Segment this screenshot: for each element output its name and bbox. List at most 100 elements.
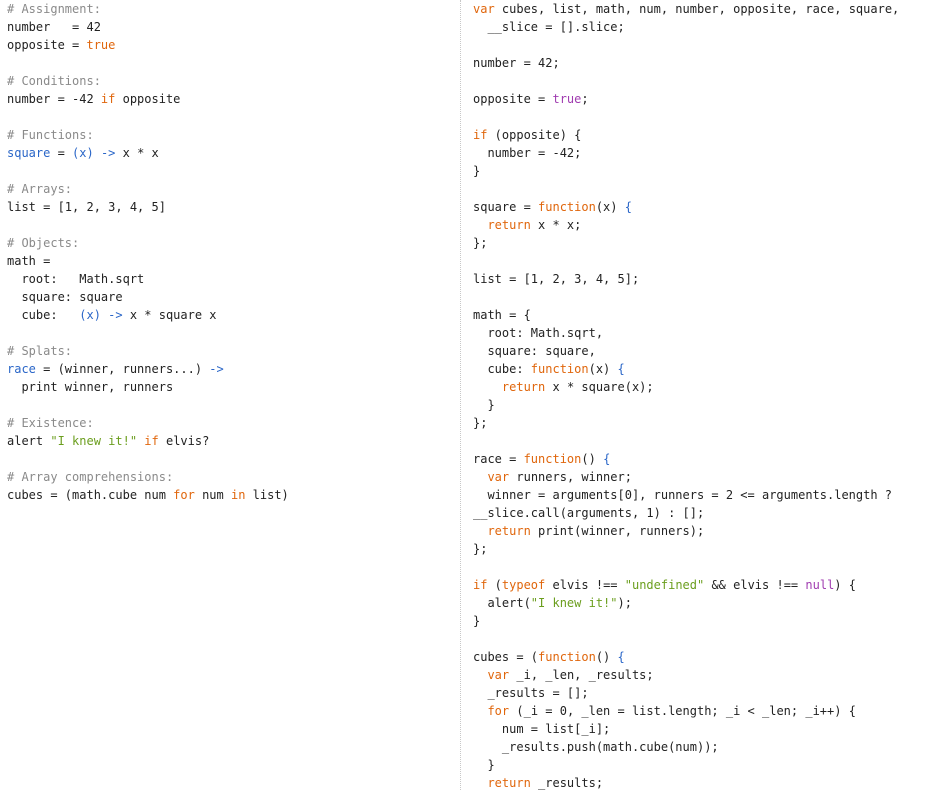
code-line: } — [473, 162, 899, 180]
code-line[interactable]: # Functions: — [7, 126, 289, 144]
code-token-keyword: function — [523, 452, 582, 466]
code-line: __slice = [].slice; — [473, 18, 899, 36]
code-token-plain: ( — [487, 578, 502, 592]
code-line[interactable]: # Splats: — [7, 342, 289, 360]
code-token-string: "I knew it!" — [530, 596, 618, 610]
coffeescript-code[interactable]: # Assignment:number = 42opposite = true​… — [7, 0, 289, 504]
code-line: num = list[_i]; — [473, 720, 899, 738]
code-line[interactable]: square: square — [7, 288, 289, 306]
code-line: ​ — [473, 72, 899, 90]
code-token-plain: square: square, — [473, 344, 596, 358]
code-token-func: race — [7, 362, 36, 376]
code-token-plain: cubes = ( — [473, 650, 539, 664]
code-token-plain: __slice.call(arguments, 1) : []; — [473, 506, 705, 520]
code-token-plain: (x) — [595, 200, 625, 214]
code-line: ​ — [473, 36, 899, 54]
code-token-plain: }; — [473, 542, 488, 556]
code-token-keyword: typeof — [501, 578, 546, 592]
code-token-plain: x * x; — [530, 218, 582, 232]
code-line: __slice.call(arguments, 1) : []; — [473, 504, 899, 522]
code-line[interactable]: ​ — [7, 324, 289, 342]
code-token-plain: print(winner, runners); — [530, 524, 705, 538]
code-line: } — [473, 756, 899, 774]
code-line: number = -42; — [473, 144, 899, 162]
code-line: ​ — [473, 108, 899, 126]
code-token-plain: print winner, runners — [7, 380, 174, 394]
code-token-plain: root: Math.sqrt, — [473, 326, 604, 340]
code-line[interactable]: ​ — [7, 162, 289, 180]
code-line[interactable]: alert "I knew it!" if elvis? — [7, 432, 289, 450]
code-line[interactable]: # Assignment: — [7, 0, 289, 18]
code-token-plain: race = — [473, 452, 524, 466]
code-line[interactable]: list = [1, 2, 3, 4, 5] — [7, 198, 289, 216]
code-token-plain: _i, _len, _results; — [509, 668, 654, 682]
code-token-plain: opposite = — [473, 92, 553, 106]
code-token-plain: square: square — [7, 290, 123, 304]
code-line: var runners, winner; — [473, 468, 899, 486]
code-line[interactable]: cube: (x) -> x * square x — [7, 306, 289, 324]
code-line: }; — [473, 414, 899, 432]
code-line[interactable]: print winner, runners — [7, 378, 289, 396]
code-line[interactable]: number = -42 if opposite — [7, 90, 289, 108]
code-token-plain: cubes, list, math, num, number, opposite… — [494, 2, 900, 16]
code-line: ​ — [473, 630, 899, 648]
code-line[interactable]: ​ — [7, 396, 289, 414]
code-token-comment: # Assignment: — [7, 2, 101, 16]
code-token-func: { — [603, 452, 611, 466]
code-token-plain: = — [50, 146, 73, 160]
code-line: cube: function(x) { — [473, 360, 899, 378]
code-token-plain: (x) — [588, 362, 618, 376]
code-line[interactable]: # Existence: — [7, 414, 289, 432]
code-line: winner = arguments[0], runners = 2 <= ar… — [473, 486, 899, 504]
code-line[interactable]: math = — [7, 252, 289, 270]
code-line: } — [473, 396, 899, 414]
code-line[interactable]: square = (x) -> x * x — [7, 144, 289, 162]
code-line[interactable]: cubes = (math.cube num for num in list) — [7, 486, 289, 504]
code-line: math = { — [473, 306, 899, 324]
code-token-plain: _results.push(math.cube(num)); — [473, 740, 719, 754]
code-token-plain: square = — [473, 200, 539, 214]
code-line: for (_i = 0, _len = list.length; _i < _l… — [473, 702, 899, 720]
code-token-func: (x) -> — [79, 308, 130, 322]
code-token-keyword: function — [530, 362, 589, 376]
code-line: ​ — [473, 288, 899, 306]
code-token-plain: num — [194, 488, 231, 502]
code-line[interactable]: # Conditions: — [7, 72, 289, 90]
code-line[interactable]: opposite = true — [7, 36, 289, 54]
code-line[interactable]: ​ — [7, 450, 289, 468]
code-line[interactable]: # Objects: — [7, 234, 289, 252]
code-line[interactable]: root: Math.sqrt — [7, 270, 289, 288]
code-line: return x * x; — [473, 216, 899, 234]
code-token-comment: # Functions: — [7, 128, 94, 142]
code-token-plain: winner = arguments[0], runners = 2 <= ar… — [473, 488, 893, 502]
code-line[interactable]: number = 42 — [7, 18, 289, 36]
code-token-plain: num = list[_i]; — [473, 722, 611, 736]
code-token-plain: () — [595, 650, 618, 664]
code-token-plain: alert( — [473, 596, 531, 610]
coffeescript-editor-pane[interactable]: # Assignment:number = 42opposite = true​… — [0, 0, 460, 790]
code-line: }; — [473, 234, 899, 252]
code-token-plain: (opposite) { — [487, 128, 582, 142]
code-token-bool: true — [552, 92, 582, 106]
code-line[interactable]: # Array comprehensions: — [7, 468, 289, 486]
code-token-plain: number = 42 — [7, 20, 101, 34]
code-token-keyword: function — [538, 650, 596, 664]
code-token-keyword: if — [473, 128, 488, 142]
code-token-keyword: return — [487, 218, 531, 232]
code-token-plain: cube: — [473, 362, 531, 376]
code-line[interactable]: # Arrays: — [7, 180, 289, 198]
code-line: return _results; — [473, 774, 899, 790]
code-line[interactable]: ​ — [7, 54, 289, 72]
code-line[interactable]: ​ — [7, 216, 289, 234]
code-token-plain: () — [581, 452, 604, 466]
code-line[interactable]: race = (winner, runners...) -> — [7, 360, 289, 378]
code-token-plain: cube: — [7, 308, 80, 322]
code-token-plain: = (winner, runners...) — [35, 362, 210, 376]
code-token-func: square — [7, 146, 51, 160]
code-token-keyword: function — [538, 200, 596, 214]
code-line[interactable]: ​ — [7, 108, 289, 126]
